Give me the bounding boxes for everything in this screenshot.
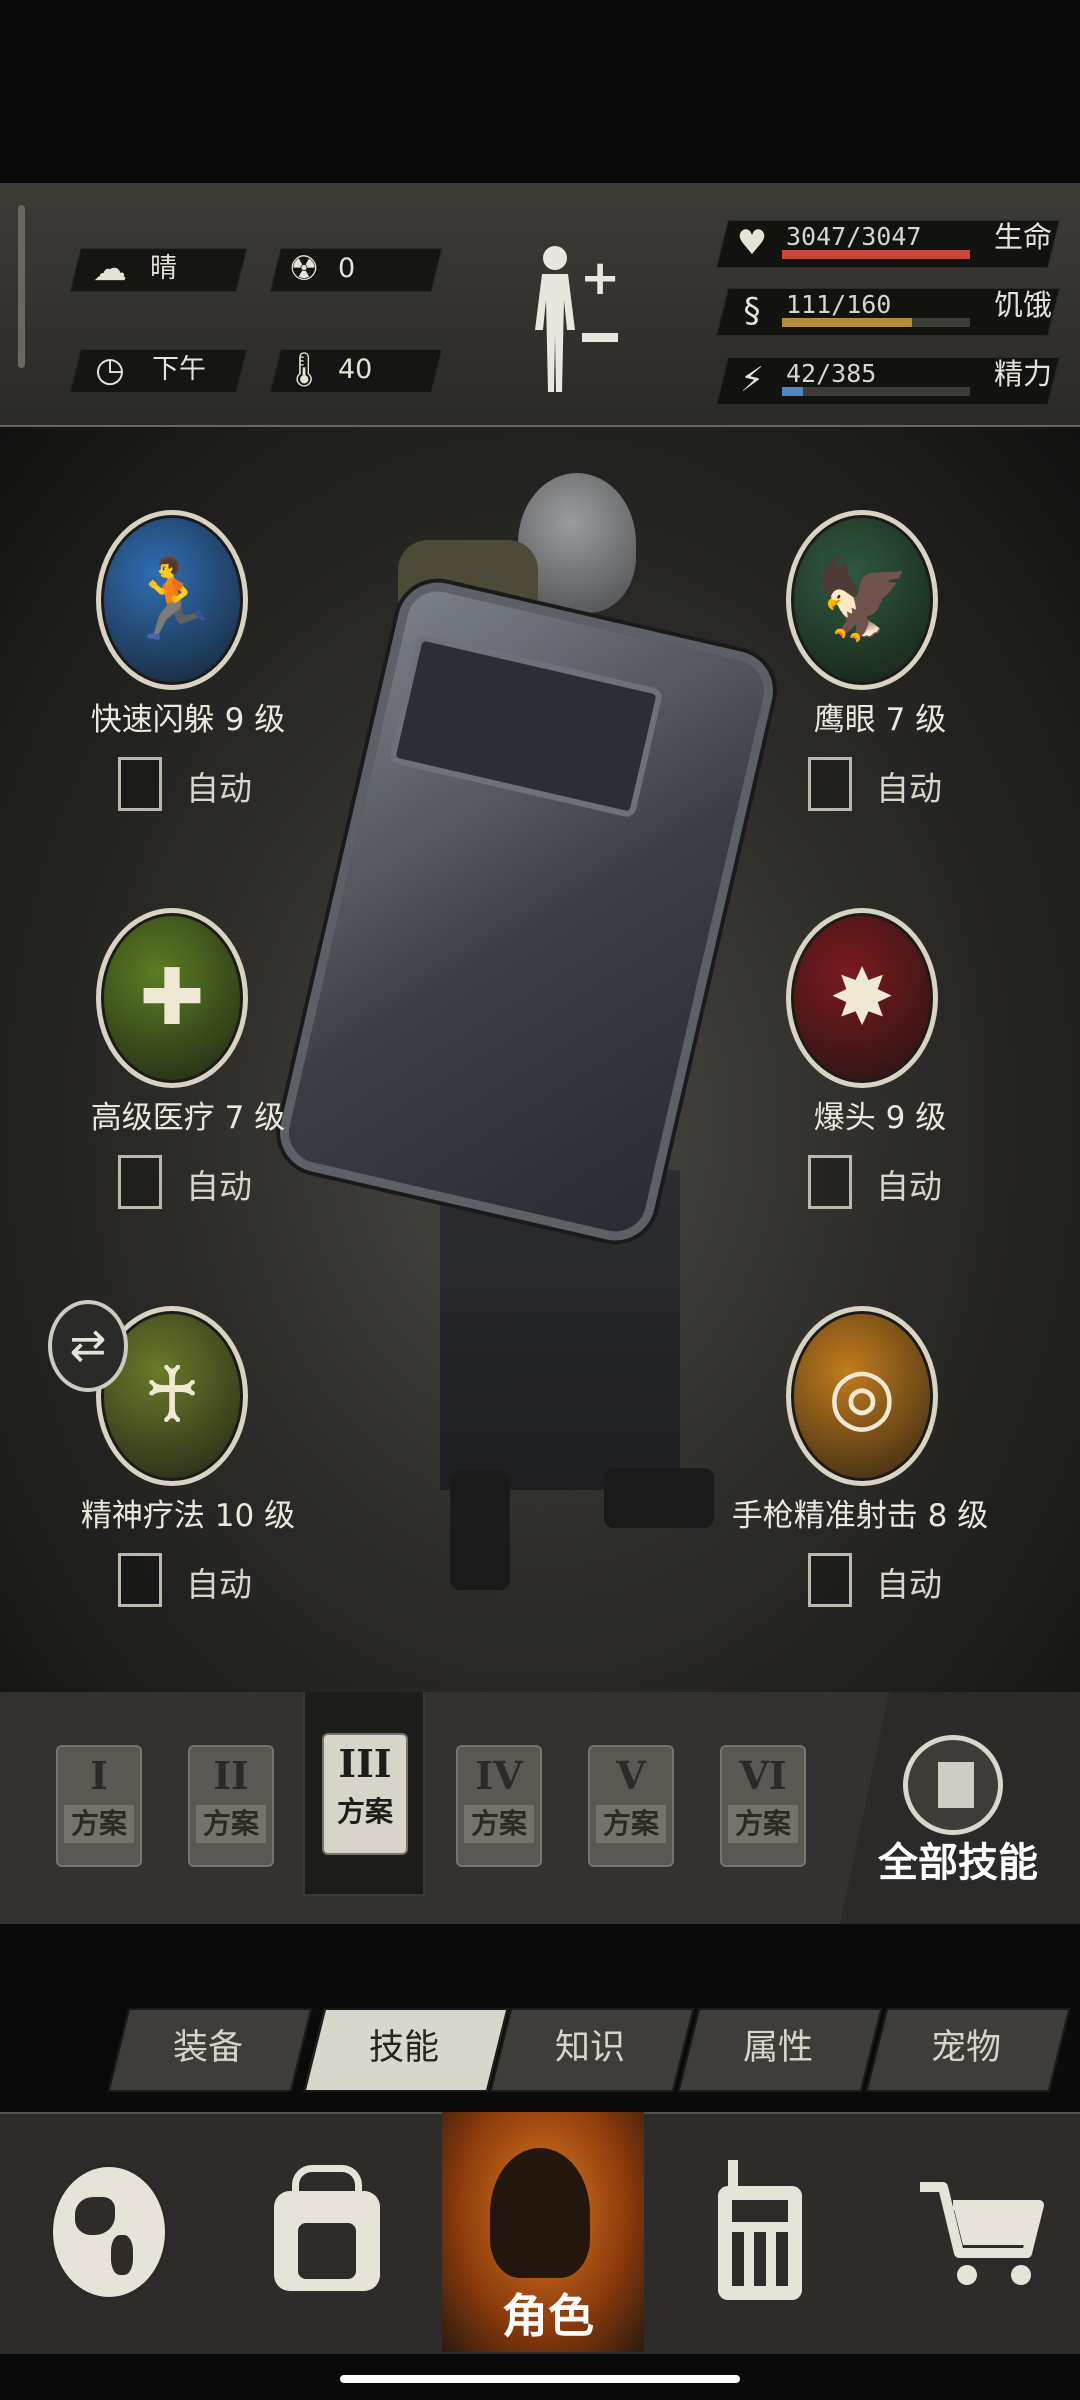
- time-label: 下午: [152, 354, 206, 385]
- swap-icon[interactable]: ⇄: [48, 1300, 128, 1392]
- stomach-icon: §: [743, 291, 761, 331]
- minus-icon[interactable]: [582, 333, 618, 342]
- auto-label: 自动: [186, 769, 252, 808]
- backpack-icon[interactable]: [268, 2165, 386, 2295]
- scrollbar[interactable]: [18, 205, 25, 368]
- temperature-value: 40: [338, 354, 373, 385]
- energy-icon: ⚡: [740, 360, 764, 400]
- plus-icon[interactable]: +: [580, 250, 620, 306]
- tab-label[interactable]: 技能: [314, 2008, 494, 2088]
- hunger-value: 111/160: [786, 290, 892, 319]
- medical-icon[interactable]: ✚: [96, 908, 248, 1088]
- plan-label: 方案: [728, 1805, 798, 1843]
- health-label: 生命: [994, 220, 1053, 254]
- auto-checkbox[interactable]: [808, 1155, 852, 1209]
- hunger-bar-fill: [782, 318, 912, 327]
- pistol-shot-icon[interactable]: ◎: [786, 1306, 938, 1486]
- clock-icon: ◷: [95, 350, 125, 390]
- plan-label: 方案: [64, 1805, 134, 1843]
- headshot-icon[interactable]: ✸: [786, 908, 938, 1088]
- skill-name: 高级医疗 7 级: [90, 1100, 286, 1136]
- radiation-value: 0: [338, 253, 356, 284]
- heart-icon: ♥: [736, 223, 768, 263]
- radiation-icon: ☢: [288, 249, 320, 289]
- tab-label[interactable]: 知识: [500, 2008, 680, 2088]
- auto-checkbox[interactable]: [118, 1553, 162, 1607]
- left-boot: [450, 1470, 510, 1590]
- energy-label: 精力: [994, 357, 1053, 391]
- skill-name: 爆头 9 级: [813, 1100, 947, 1136]
- auto-label: 自动: [186, 1565, 252, 1604]
- tab-label[interactable]: 宠物: [876, 2008, 1056, 2088]
- plan-number: III: [338, 1741, 392, 1786]
- plan-number: VI: [739, 1753, 787, 1798]
- plan-number: V: [616, 1753, 646, 1798]
- tab-label[interactable]: 装备: [118, 2008, 298, 2088]
- plan-label: 方案: [330, 1793, 400, 1831]
- right-boot: [604, 1468, 714, 1528]
- plan-1-button[interactable]: I 方案: [56, 1745, 142, 1867]
- plan-label: 方案: [464, 1805, 534, 1843]
- plan-label: 方案: [596, 1805, 666, 1843]
- plan-number: II: [213, 1753, 249, 1798]
- document-search-icon[interactable]: [903, 1735, 1003, 1835]
- plan-label: 方案: [196, 1805, 266, 1843]
- energy-bar-track: [782, 387, 970, 396]
- skill-name: 鹰眼 7 级: [813, 702, 947, 738]
- auto-label: 自动: [876, 1167, 942, 1206]
- auto-label: 自动: [876, 1565, 942, 1604]
- auto-checkbox[interactable]: [808, 1553, 852, 1607]
- auto-checkbox[interactable]: [118, 757, 162, 811]
- thermometer-icon: 🌡: [282, 350, 326, 390]
- plan-2-button[interactable]: II 方案: [188, 1745, 274, 1867]
- radio-icon[interactable]: [718, 2160, 802, 2300]
- plan-3-button[interactable]: III 方案: [322, 1733, 408, 1855]
- character-icon[interactable]: [490, 2148, 590, 2278]
- plan-number: I: [90, 1753, 108, 1798]
- skill-name: 精神疗法 10 级: [80, 1498, 296, 1534]
- auto-label: 自动: [186, 1167, 252, 1206]
- skill-name: 快速闪躲 9 级: [90, 702, 286, 738]
- all-skills-button[interactable]: 全部技能: [878, 1830, 1038, 1888]
- eagle-eye-icon[interactable]: 🦅: [786, 510, 938, 690]
- health-bar-fill: [782, 250, 970, 259]
- plan-6-button[interactable]: VI 方案: [720, 1745, 806, 1867]
- health-value: 3047/3047: [786, 222, 922, 251]
- tab-label[interactable]: 属性: [688, 2008, 868, 2088]
- globe-icon[interactable]: [50, 2164, 168, 2300]
- nav-character-label[interactable]: 角色: [488, 2280, 608, 2346]
- home-indicator[interactable]: [340, 2375, 740, 2383]
- energy-value: 42/385: [786, 359, 877, 388]
- skill-name: 手枪精准射击 8 级: [731, 1498, 989, 1534]
- plan-number: IV: [475, 1753, 523, 1798]
- cart-icon[interactable]: [915, 2175, 1045, 2290]
- plan-4-button[interactable]: IV 方案: [456, 1745, 542, 1867]
- plan-5-button[interactable]: V 方案: [588, 1745, 674, 1867]
- weather-label: 晴: [150, 253, 177, 284]
- hunger-label: 饥饿: [994, 288, 1053, 322]
- auto-label: 自动: [876, 769, 942, 808]
- energy-bar-fill: [782, 387, 803, 396]
- cloud-icon: ☁: [93, 249, 127, 289]
- auto-checkbox[interactable]: [118, 1155, 162, 1209]
- dodge-icon[interactable]: 🏃: [96, 510, 248, 690]
- auto-checkbox[interactable]: [808, 757, 852, 811]
